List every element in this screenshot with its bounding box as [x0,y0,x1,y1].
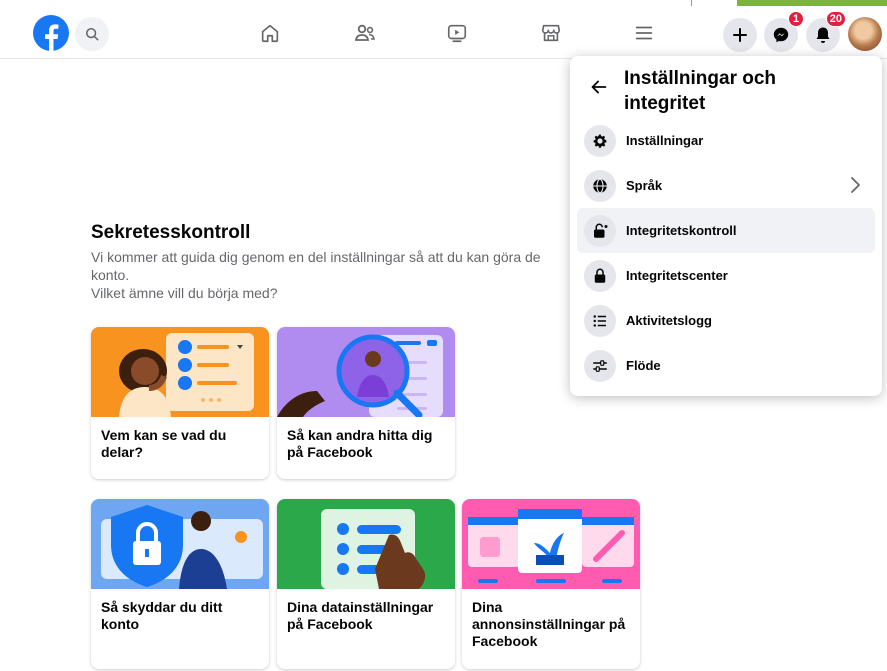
menu-item-activity-log[interactable]: Aktivitetslogg [577,298,875,343]
marketplace-tab[interactable] [539,21,563,45]
plus-icon [733,28,747,42]
lock-icon [584,259,616,292]
menu-title: Inställningar och integritet [624,68,777,114]
menu-item-privacy-center[interactable]: Integritetscenter [577,253,875,298]
intro-text: Vi kommer att guida dig genom en del ins… [91,249,541,301]
marketplace-store-icon [541,24,561,42]
notifications-button[interactable]: 20 [806,11,846,52]
menu-tab[interactable] [632,21,656,45]
settings-privacy-menu: Inställningar och integritet Inställning… [570,56,882,396]
notifications-badge: 20 [825,11,846,27]
menu-item-language[interactable]: Språk [577,163,875,208]
sliders-icon [584,349,616,382]
card-label: Så skyddar du ditt konto [101,599,223,632]
menu-item-label: Integritetscenter [626,268,728,283]
home-icon [261,24,279,43]
card-label: Så kan andra hitta dig på Facebook [287,427,433,460]
watch-tab[interactable] [445,21,469,45]
topic-card-how-others-find-you[interactable]: Så kan andra hitta dig på Facebook [277,327,455,479]
card-label: Vem kan se vad du delar? [101,427,227,460]
menu-item-label: Flöde [626,358,661,373]
messenger-icon [773,27,789,43]
topic-card-who-can-see[interactable]: Vem kan se vad du delar? [91,327,269,479]
menu-item-label: Aktivitetslogg [626,313,712,328]
topic-card-data-settings[interactable]: Dina datainställningar på Facebook [277,499,455,669]
list-icon [584,304,616,337]
hamburger-menu-icon [635,26,653,40]
topic-card-protect-account[interactable]: Så skyddar du ditt konto [91,499,269,669]
find-you-illustration [277,327,455,417]
back-arrow-icon[interactable] [588,76,610,98]
protect-account-illustration [91,499,269,589]
friends-tab[interactable] [353,21,377,45]
facebook-logo-icon[interactable] [33,15,69,51]
account-avatar[interactable] [848,17,882,51]
menu-item-settings[interactable]: Inställningar [577,118,875,163]
bell-icon [816,27,830,43]
globe-icon [584,169,616,202]
gear-icon [584,124,616,157]
lock-check-icon [584,214,616,247]
home-tab[interactable] [258,21,282,45]
top-navigation-bar: 1 20 [0,8,887,59]
topic-card-ad-settings[interactable]: Dina annonsinställningar på Facebook [462,499,640,669]
browser-top-strip [0,0,887,8]
data-settings-illustration [277,499,455,589]
menu-item-label: Inställningar [626,133,704,148]
ad-settings-illustration [462,499,640,589]
page-title: Sekretesskontroll [91,222,251,243]
menu-item-label: Språk [626,178,663,193]
messenger-badge: 1 [788,11,804,27]
menu-item-label: Integritetskontroll [626,223,737,238]
menu-item-feed[interactable]: Flöde [577,343,875,388]
menu-item-privacy-checkup[interactable]: Integritetskontroll [577,208,875,253]
search-button[interactable] [75,17,109,51]
create-button[interactable] [723,18,757,52]
search-icon [85,27,99,41]
chevron-right-icon [851,177,860,193]
who-can-see-illustration [91,327,269,417]
messenger-button[interactable]: 1 [764,11,804,52]
privacy-checkup-section: Sekretesskontroll Vi kommer att guida di… [91,222,611,302]
card-label: Dina datainställningar på Facebook [287,599,434,632]
video-play-icon [447,24,467,43]
card-label: Dina annonsinställningar på Facebook [472,599,626,649]
friends-icon [354,24,375,41]
